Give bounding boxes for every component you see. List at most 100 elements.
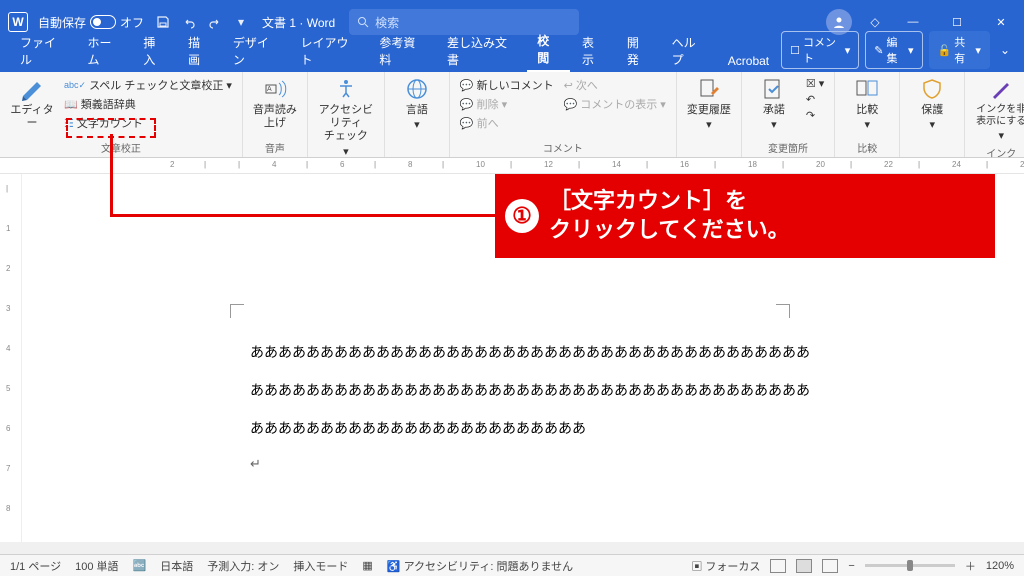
maximize-button[interactable]: ☐	[942, 16, 972, 29]
insert-mode-status[interactable]: 挿入モード	[293, 558, 348, 574]
horizontal-ruler: 2||4|6|8|10|12|14|16|18|20|22|24|26|28|3…	[0, 158, 1024, 174]
track-changes-button[interactable]: 変更履歴▾	[685, 76, 733, 132]
abc-check-icon: abc✓	[64, 80, 86, 91]
protect-button[interactable]: 保護▾	[908, 76, 956, 132]
tab-insert[interactable]: 挿入	[133, 29, 176, 72]
track-changes-icon	[696, 76, 722, 102]
macro-icon[interactable]: ▦	[362, 559, 372, 572]
share-button[interactable]: 🔓 共有 ▾	[929, 31, 990, 69]
text-line[interactable]: ああああああああああああああああああああああああああああああああああああああああ	[250, 342, 810, 362]
shield-icon	[919, 76, 945, 102]
print-layout-icon[interactable]	[796, 559, 812, 573]
comments-button[interactable]: ☐ コメント ▾	[781, 31, 859, 69]
group-accessibility: アクセシビリティ チェック▾ アクセシビリティ	[308, 72, 385, 157]
margin-corner-icon	[776, 304, 790, 318]
zoom-out-button[interactable]: −	[848, 560, 854, 572]
spellcheck-button[interactable]: abc✓ スペル チェックと文章校正 ▾	[62, 76, 234, 94]
delete-comment-button: 💬 削除 ▾	[458, 95, 556, 113]
tab-references[interactable]: 参考資料	[369, 29, 435, 72]
show-comments-button: 💬 コメントの表示 ▾	[562, 95, 668, 113]
tab-help[interactable]: ヘルプ	[662, 29, 716, 72]
compare-button[interactable]: 比較▾	[843, 76, 891, 132]
language-button[interactable]: 言語▾	[393, 76, 441, 132]
language-status[interactable]: 日本語	[160, 558, 193, 574]
reject-icon: ☒	[806, 77, 816, 90]
prev-comment-button: 💬 前へ	[458, 114, 556, 132]
collapse-ribbon-icon[interactable]: ⌄	[996, 43, 1014, 57]
edit-mode-button[interactable]: ✎ 編集 ▾	[865, 31, 922, 69]
redo-icon[interactable]	[206, 13, 224, 31]
text-predictions-icon[interactable]: 🔤	[133, 559, 147, 572]
delete-comment-icon: 💬	[460, 98, 474, 111]
thesaurus-button[interactable]: 📖 類義語辞典	[62, 95, 234, 113]
next-icon: ↩	[564, 79, 573, 92]
search-icon	[357, 16, 369, 28]
read-mode-icon[interactable]	[770, 559, 786, 573]
next-change-button[interactable]: ↷	[804, 108, 826, 123]
annotation-connector	[110, 214, 496, 217]
accept-icon	[761, 76, 787, 102]
undo-icon[interactable]	[180, 13, 198, 31]
zoom-slider[interactable]	[865, 564, 955, 567]
tab-review[interactable]: 校閲	[527, 27, 570, 72]
prev-change-button[interactable]: ↶	[804, 92, 826, 107]
qat-icon[interactable]: ▾	[232, 13, 250, 31]
svg-text:A: A	[267, 86, 272, 93]
new-comment-button[interactable]: 💬 新しいコメント	[458, 76, 556, 94]
callout-text: ［文字カウント］を クリックしてください。	[549, 187, 790, 244]
group-proofing: エディター abc✓ スペル チェックと文章校正 ▾ 📖 類義語辞典 ☷ 文字カ…	[0, 72, 243, 157]
autosave-toggle[interactable]: 自動保存 オフ	[38, 14, 144, 31]
tab-home[interactable]: ホーム	[78, 29, 132, 72]
status-bar: 1/1 ページ 100 単語 🔤 日本語 予測入力: オン 挿入モード ▦ ♿ …	[0, 554, 1024, 576]
close-button[interactable]: ✕	[986, 16, 1016, 29]
group-label: 文章校正	[8, 140, 234, 155]
tab-view[interactable]: 表示	[572, 29, 615, 72]
tab-file[interactable]: ファイル	[10, 29, 76, 72]
new-comment-icon: 💬	[460, 79, 474, 92]
tab-mailings[interactable]: 差し込み文書	[437, 29, 525, 72]
group-changes: 承諾▾ ☒▾ ↶ ↷ 変更箇所	[742, 72, 835, 157]
group-tracking: 変更履歴▾	[677, 72, 742, 157]
tab-draw[interactable]: 描画	[178, 29, 221, 72]
pen-icon	[988, 76, 1014, 102]
wordcount-button[interactable]: ☷ 文字カウント	[62, 114, 234, 132]
next-comment-button: ↩ 次へ	[562, 76, 668, 94]
vertical-ruler: |12345678	[0, 174, 22, 542]
tab-developer[interactable]: 開発	[617, 29, 660, 72]
word-count-status[interactable]: 100 単語	[75, 558, 118, 574]
zoom-in-button[interactable]: ＋	[965, 558, 976, 574]
editor-button[interactable]: エディター	[8, 76, 56, 130]
next-change-icon: ↷	[806, 109, 815, 122]
hide-ink-button[interactable]: インクを非表示にする▾	[973, 76, 1024, 143]
search-placeholder: 検索	[375, 14, 399, 31]
tab-acrobat[interactable]: Acrobat	[718, 49, 779, 72]
book-icon: 📖	[64, 98, 78, 111]
text-line[interactable]: ああああああああああああああああああああああああ	[250, 418, 586, 438]
predict-status[interactable]: 予測入力: オン	[207, 558, 279, 574]
autosave-label: 自動保存	[38, 14, 86, 31]
show-comments-icon: 💬	[564, 98, 578, 111]
tab-design[interactable]: デザイン	[223, 29, 289, 72]
prev-icon: 💬	[460, 117, 474, 130]
readaloud-button[interactable]: A 音声読み上げ	[251, 76, 299, 130]
accessibility-status[interactable]: ♿ アクセシビリティ: 問題ありません	[387, 558, 573, 574]
group-protect: 保護▾	[900, 72, 965, 157]
page-indicator[interactable]: 1/1 ページ	[10, 558, 61, 574]
tab-layout[interactable]: レイアウト	[290, 29, 367, 72]
wordcount-icon: ☷	[64, 117, 74, 130]
text-line[interactable]: ああああああああああああああああああああああああああああああああああああああああ	[250, 380, 810, 400]
save-icon[interactable]	[154, 13, 172, 31]
editor-icon	[19, 76, 45, 102]
accept-button[interactable]: 承諾▾	[750, 76, 798, 132]
reject-button[interactable]: ☒▾	[804, 76, 826, 91]
toggle-icon	[90, 15, 116, 29]
accessibility-check-button[interactable]: アクセシビリティ チェック▾	[316, 76, 376, 159]
group-comments: 💬 新しいコメント 💬 削除 ▾ 💬 前へ ↩ 次へ 💬 コメントの表示 ▾ コ…	[450, 72, 677, 157]
zoom-level[interactable]: 120%	[986, 560, 1014, 572]
annotation-connector	[110, 134, 113, 216]
lightbulb-icon[interactable]: ◇	[866, 13, 884, 31]
web-layout-icon[interactable]	[822, 559, 838, 573]
minimize-button[interactable]: ―	[898, 16, 928, 28]
focus-mode-button[interactable]: ▣ フォーカス	[691, 558, 760, 574]
ribbon: エディター abc✓ スペル チェックと文章校正 ▾ 📖 類義語辞典 ☷ 文字カ…	[0, 72, 1024, 158]
